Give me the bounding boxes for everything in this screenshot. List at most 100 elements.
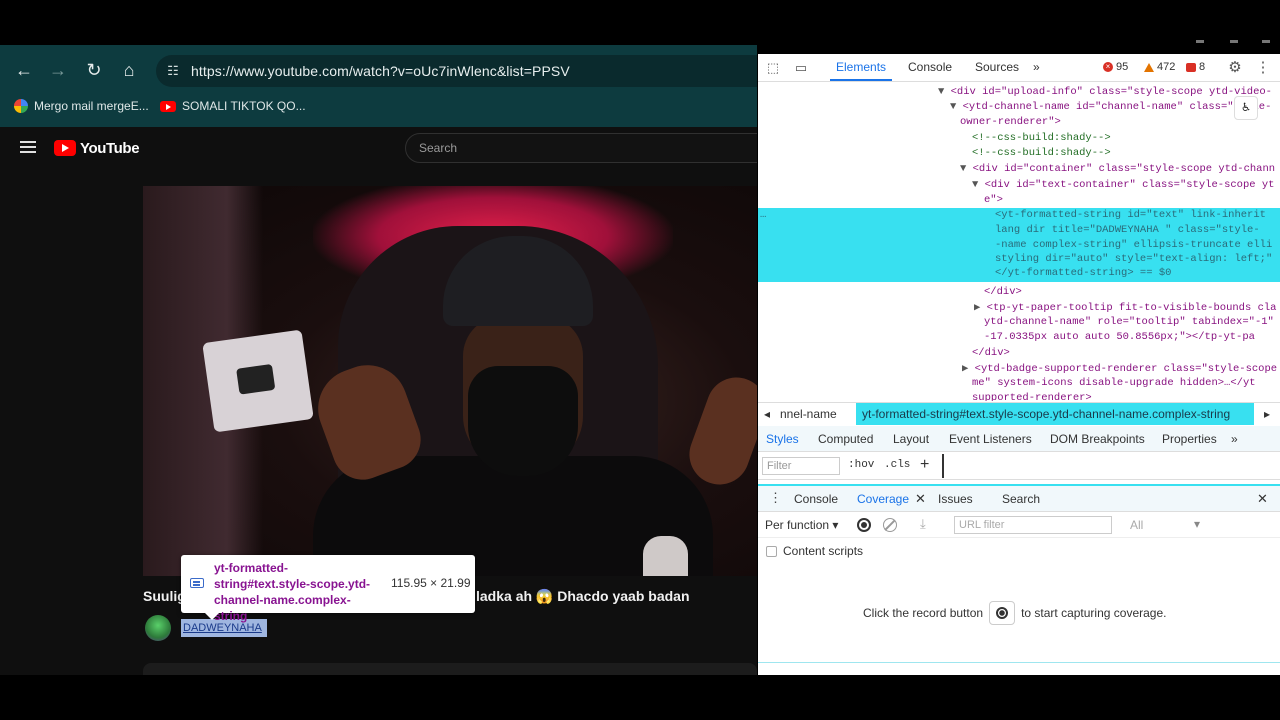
site-info-icon[interactable]: ☷ (164, 62, 182, 80)
forward-icon[interactable]: → (45, 57, 71, 83)
search-input[interactable]: Search (405, 133, 757, 163)
drawer-tab-coverage[interactable]: Coverage (857, 492, 909, 506)
menu-icon[interactable] (20, 141, 36, 153)
more-options-icon[interactable]: ⋮ (1254, 59, 1272, 77)
drawer-tab-console[interactable]: Console (794, 492, 838, 506)
styles-filter-input[interactable]: Filter (762, 457, 840, 475)
tab-properties[interactable]: Properties (1162, 432, 1217, 446)
coverage-toolbar: Per function ▾ ⤓ URL filter All (758, 512, 1280, 538)
bookmarks-bar: Mergo mail mergeE... SOMALI TIKTOK QO... (0, 95, 757, 117)
video-play-button-plaque (202, 329, 314, 433)
start-recording-button[interactable] (989, 601, 1016, 625)
bookmark-somali-tiktok[interactable]: SOMALI TIKTOK QO... (160, 97, 306, 115)
warning-count-text: 472 (1157, 61, 1176, 73)
device-toolbar-icon[interactable]: ▭ (792, 59, 810, 77)
accessibility-icon[interactable]: ♿ (1234, 96, 1258, 120)
drawer-tab-search[interactable]: Search (1002, 492, 1040, 506)
minimize-icon[interactable] (1196, 40, 1204, 43)
tooltip-selector: yt-formatted-string#text.style-scope.ytd… (214, 561, 371, 623)
breadcrumb-item[interactable]: nnel-name (780, 407, 837, 421)
youtube-logo[interactable]: YouTube (54, 139, 140, 157)
bookmark-mergo[interactable]: Mergo mail mergeE... (14, 97, 149, 115)
devtools-panel: ⬚ ▭ Elements Console Sources » × 95 472 … (758, 54, 1280, 675)
video-player[interactable] (143, 186, 757, 576)
record-icon[interactable] (857, 518, 871, 532)
empty-message-start: Click the record button (863, 606, 984, 620)
checkbox-icon[interactable] (766, 545, 777, 557)
dom-comment[interactable]: <!--css-build:shady--> (972, 132, 1111, 147)
coverage-type-select[interactable]: Per function ▾ (765, 518, 838, 532)
tab-computed[interactable]: Computed (818, 432, 873, 446)
inspect-tooltip: yt-formatted-string#text.style-scope.ytd… (181, 555, 475, 623)
cls-toggle[interactable]: .cls (884, 459, 910, 471)
panel-resize-handle[interactable] (942, 454, 944, 478)
window-controls (1190, 38, 1280, 46)
back-icon[interactable]: ← (11, 57, 37, 83)
reload-icon[interactable]: ↻ (81, 57, 107, 83)
error-count[interactable]: × 95 (1103, 61, 1128, 73)
issue-count[interactable]: 8 (1186, 61, 1205, 73)
home-icon[interactable]: ⌂ (116, 57, 142, 83)
search-placeholder: Search (419, 141, 458, 155)
tab-dom-breakpoints[interactable]: DOM Breakpoints (1050, 432, 1145, 446)
dom-node[interactable]: ▶ <tp-yt-paper-tooltip fit-to-visible-bo… (974, 301, 1277, 316)
close-drawer-icon[interactable]: ✕ (1257, 491, 1268, 507)
drawer-menu-icon[interactable]: ⋮ (769, 490, 782, 506)
tab-elements[interactable]: Elements (836, 60, 886, 74)
description-panel-edge (143, 663, 757, 675)
inspect-element-icon[interactable]: ⬚ (764, 59, 782, 77)
close-coverage-icon[interactable]: ✕ (915, 491, 926, 507)
elements-tree: ▼ <div id="upload-info" class="style-sco… (758, 83, 1280, 401)
channel-avatar[interactable] (145, 615, 171, 641)
warning-count[interactable]: 472 (1144, 61, 1175, 73)
url-filter-input[interactable]: URL filter (954, 516, 1112, 534)
dom-node[interactable]: </div> (984, 286, 1022, 301)
breadcrumb-scroll-right-icon[interactable]: ▸ (1264, 407, 1270, 421)
dom-comment[interactable]: <!--css-build:shady--> (972, 147, 1111, 162)
tab-styles[interactable]: Styles (766, 432, 799, 446)
video-person-mask (468, 366, 578, 476)
empty-message-end: to start capturing coverage. (1021, 606, 1167, 620)
breadcrumb: ◂ nnel-name yt-formatted-string#text.sty… (758, 402, 1280, 425)
new-style-rule-icon[interactable]: + (920, 456, 929, 474)
maximize-icon[interactable] (1230, 40, 1238, 43)
close-window-icon[interactable] (1262, 40, 1270, 43)
breadcrumb-scroll-left-icon[interactable]: ◂ (764, 407, 770, 421)
type-filter-select[interactable]: All (1130, 517, 1200, 532)
video-title-start: Suulig (143, 588, 186, 604)
more-tabs-button[interactable]: » (1033, 60, 1040, 74)
error-count-text: 95 (1116, 61, 1129, 73)
dom-ellipsis: … (760, 209, 767, 221)
tab-console[interactable]: Console (908, 60, 952, 74)
dom-node[interactable]: </div> (972, 347, 1010, 362)
dom-node[interactable]: ▶ <ytd-badge-supported-renderer class="s… (962, 362, 1277, 377)
styles-subtabs: Styles Computed Layout Event Listeners D… (758, 426, 1280, 452)
tab-layout[interactable]: Layout (893, 432, 929, 446)
tab-event-listeners[interactable]: Event Listeners (949, 432, 1032, 446)
youtube-header: YouTube Search (0, 127, 757, 171)
browser-toolbar: ← → ↻ ⌂ ☷ https://www.youtube.com/watch?… (0, 45, 757, 127)
hov-toggle[interactable]: :hov (848, 459, 874, 471)
drawer-bottom-border (758, 662, 1280, 663)
coverage-empty-message: Click the record button to start capturi… (863, 600, 1166, 626)
youtube-play-icon (54, 140, 76, 156)
dom-node[interactable]: ▼ <div id="container" class="style-scope… (960, 163, 1275, 178)
dom-node[interactable]: ▼ <div id="upload-info" class="style-sco… (938, 86, 1272, 101)
dom-node[interactable]: ▼ <ytd-channel-name id="channel-name" cl… (950, 101, 1271, 116)
tab-sources[interactable]: Sources (975, 60, 1019, 74)
clear-icon[interactable] (883, 518, 897, 532)
address-bar[interactable]: ☷ https://www.youtube.com/watch?v=oUc7in… (156, 55, 757, 87)
dom-node: supported-renderer> (972, 392, 1092, 401)
tooltip-size: 115.95 × 21.99 (391, 576, 471, 590)
selected-dom-node[interactable]: … <yt-formatted-string id="text" link-in… (758, 208, 1280, 282)
breadcrumb-item-selected[interactable]: yt-formatted-string#text.style-scope.ytd… (856, 403, 1254, 425)
content-scripts-checkbox[interactable]: Content scripts (766, 544, 863, 558)
gear-icon[interactable]: ⚙ (1226, 59, 1244, 77)
dom-node: me" system-icons disable-upgrade hidden>… (972, 377, 1256, 389)
drawer-tab-issues[interactable]: Issues (938, 492, 973, 506)
more-subtabs-button[interactable]: » (1231, 432, 1238, 446)
coverage-type-label: Per function (765, 518, 830, 532)
export-icon[interactable]: ⤓ (920, 516, 926, 532)
element-box-icon (190, 578, 204, 588)
dom-node[interactable]: ▼ <div id="text-container" class="style-… (972, 179, 1274, 194)
